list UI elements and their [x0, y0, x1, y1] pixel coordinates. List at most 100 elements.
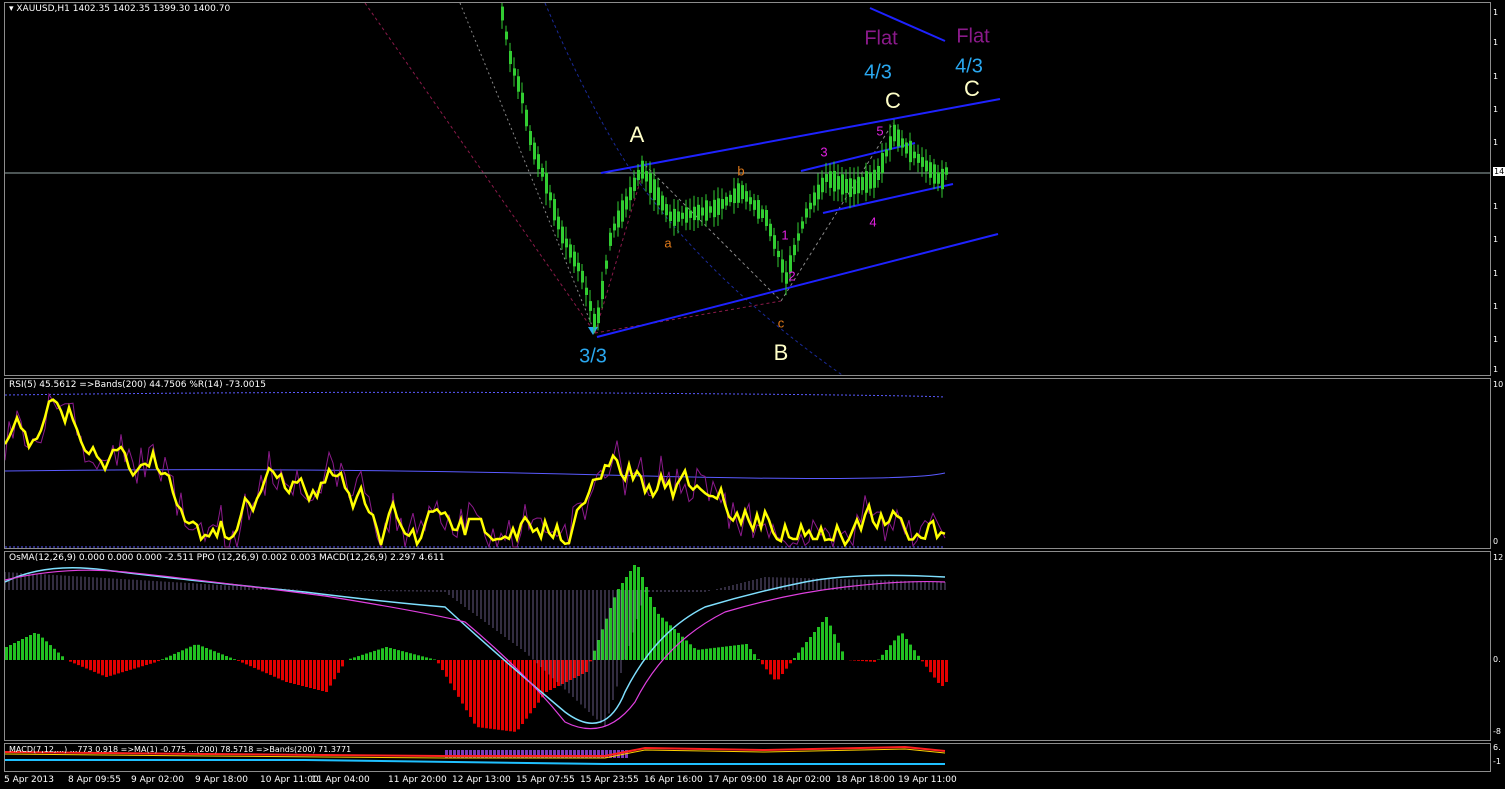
histogram-bar-down	[93, 660, 96, 672]
time-axis-label: 5 Apr 2013	[4, 775, 54, 785]
histogram-bar-down	[309, 660, 312, 688]
candle	[709, 206, 712, 213]
histogram-bar-up	[721, 646, 724, 660]
candle	[817, 184, 820, 200]
histogram-bar-up	[709, 648, 712, 660]
histogram-bar-up	[193, 644, 196, 660]
histogram-bar-up	[393, 649, 396, 660]
time-axis: 5 Apr 2013 8 Apr 09:55 9 Apr 02:00 9 Apr…	[4, 772, 1491, 789]
price-chart-pane[interactable]: ▾ XAUUSD,H1 1402.35 1402.35 1399.30 1400…	[4, 2, 1491, 376]
histogram-bar-down	[317, 660, 320, 690]
candle	[833, 170, 836, 192]
candle	[681, 212, 684, 219]
candle	[829, 171, 832, 188]
time-axis-label: 9 Apr 02:00	[131, 775, 184, 785]
candle	[593, 313, 596, 328]
histogram-bar-up	[657, 613, 660, 660]
histogram-bar-down	[241, 660, 244, 663]
candle	[929, 162, 932, 178]
candle	[801, 221, 804, 229]
histogram-bar-down	[125, 660, 128, 671]
rsi-pane[interactable]: RSI(5) 45.5612 =>Bands(200) 44.7506 %R(1…	[4, 378, 1491, 549]
price-scale[interactable]: 11111 14 111111	[1491, 2, 1505, 376]
histogram-bar-down	[765, 660, 768, 670]
histogram-bar-down	[525, 660, 528, 719]
wave-label-b: b	[737, 163, 745, 179]
candle	[901, 138, 904, 148]
candle	[585, 287, 588, 295]
histogram-bar-up	[641, 577, 644, 660]
candle	[669, 211, 672, 222]
candle	[705, 200, 708, 221]
histogram-bar-up	[829, 625, 832, 660]
histogram-bar-up	[225, 656, 228, 660]
histogram-bar-down	[281, 660, 284, 681]
histogram-bar-down	[873, 660, 876, 662]
histogram-bar-down	[933, 660, 936, 678]
histogram-bar-up	[385, 647, 388, 660]
candle	[865, 171, 868, 193]
histogram-bar-down	[481, 660, 484, 728]
histogram-bar-down	[313, 660, 316, 689]
candle	[925, 160, 928, 172]
histogram-bar-down	[537, 660, 540, 703]
trend-line	[459, 3, 596, 334]
histogram-bar-down	[773, 660, 776, 680]
histogram-bar-up	[405, 652, 408, 660]
candle	[525, 109, 528, 127]
candle	[537, 154, 540, 170]
candle	[845, 179, 848, 193]
histogram-bar-down	[861, 660, 864, 662]
candle	[521, 92, 524, 104]
candle	[645, 171, 648, 182]
histogram-bar-up	[389, 648, 392, 660]
candle	[673, 208, 676, 226]
candle	[825, 174, 828, 182]
histogram-bar-down	[285, 660, 288, 682]
candle	[809, 202, 812, 210]
trend-line	[364, 3, 596, 334]
candle	[629, 187, 632, 201]
osma-pane[interactable]: OsMA(12,26,9) 0.000 0.000 0.000 -2.511 P…	[4, 551, 1491, 741]
histogram-bar-up	[377, 649, 380, 660]
candle	[545, 172, 548, 194]
histogram-bar-up	[733, 645, 736, 660]
histogram-bar-up	[917, 655, 920, 660]
histogram-bar-down	[133, 660, 136, 669]
candle	[769, 223, 772, 237]
histogram-bar-up	[673, 629, 676, 660]
candle	[885, 149, 888, 157]
histogram-bar-up	[701, 649, 704, 660]
wave-label-1: 1	[781, 227, 789, 243]
histogram-bar-up	[49, 645, 52, 660]
osma-scale-mid: 0.	[1493, 655, 1501, 664]
histogram-bar-up	[365, 653, 368, 660]
histogram-bar-down	[277, 660, 280, 679]
candle	[745, 191, 748, 202]
histogram-bar-up	[809, 637, 812, 660]
histogram-bar-up	[417, 655, 420, 660]
candle	[517, 76, 520, 92]
histogram-bar-down	[485, 660, 488, 729]
histogram-bar-up	[221, 654, 224, 660]
histogram-bar-up	[805, 642, 808, 660]
histogram-bar-up	[753, 654, 756, 660]
histogram-bar-up	[161, 659, 164, 660]
macd-scale: 6. -1	[1491, 743, 1505, 772]
histogram-bar-up	[369, 652, 372, 660]
wave-label-a: a	[664, 235, 672, 251]
histogram-bar-up	[209, 649, 212, 660]
histogram-bar-up	[9, 645, 12, 660]
histogram-bar-down	[269, 660, 272, 675]
histogram-bar-up	[689, 644, 692, 660]
histogram-bar-down	[437, 660, 440, 664]
wave-label-4-3-a: 4/3	[864, 61, 892, 84]
histogram-bar-up	[185, 648, 188, 660]
candle	[721, 199, 724, 209]
rsi-scale-top: 10	[1493, 380, 1504, 389]
candle	[793, 244, 796, 256]
candle	[697, 204, 700, 221]
macd-pane[interactable]: MACD(7,12,...) ...773 0.918 =>MA(1) -0.7…	[4, 743, 1491, 772]
histogram-bar-down	[149, 660, 152, 664]
histogram-bar-down	[273, 660, 276, 677]
